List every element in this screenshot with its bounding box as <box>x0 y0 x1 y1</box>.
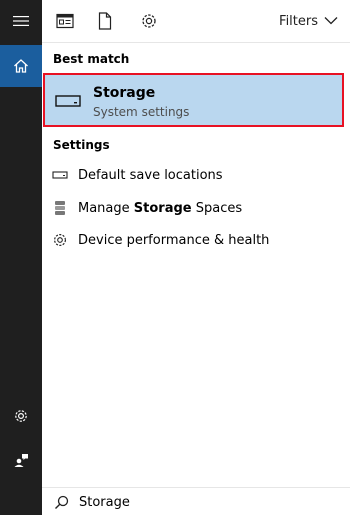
left-rail <box>0 0 42 515</box>
feedback-button[interactable] <box>0 439 42 481</box>
result-device-performance-health[interactable]: Device performance & health <box>52 230 342 250</box>
feedback-icon <box>13 452 29 468</box>
chevron-down-icon <box>324 14 338 29</box>
menu-button[interactable] <box>0 0 42 42</box>
result-label: Manage Storage Spaces <box>78 200 243 216</box>
storage-drive-icon <box>55 93 81 107</box>
settings-heading: Settings <box>53 138 110 152</box>
result-default-save-locations[interactable]: Default save locations <box>52 165 342 185</box>
best-match-title: Storage <box>93 85 156 101</box>
top-toolbar: Filters <box>42 0 350 43</box>
settings-icon <box>13 408 29 424</box>
best-match-heading: Best match <box>53 52 130 66</box>
drive-icon <box>52 167 68 183</box>
home-icon <box>13 58 29 74</box>
search-bar <box>42 487 350 516</box>
result-label: Device performance & health <box>78 232 270 248</box>
search-input[interactable] <box>79 494 299 510</box>
gear-icon <box>52 232 68 248</box>
settings-icon[interactable] <box>138 10 160 32</box>
document-list-icon[interactable] <box>54 10 76 32</box>
home-button[interactable] <box>0 45 42 87</box>
rail-settings-button[interactable] <box>0 395 42 437</box>
storage-spaces-icon <box>52 200 68 216</box>
search-icon <box>54 495 69 510</box>
filters-label: Filters <box>279 13 318 29</box>
filters-button[interactable]: Filters <box>279 12 338 30</box>
document-icon[interactable] <box>94 10 116 32</box>
result-manage-storage-spaces[interactable]: Manage Storage Spaces <box>52 198 342 218</box>
best-match-result[interactable]: Storage System settings <box>43 73 344 127</box>
best-match-subtitle: System settings <box>93 105 190 119</box>
menu-icon <box>13 15 29 27</box>
result-label: Default save locations <box>78 167 223 183</box>
